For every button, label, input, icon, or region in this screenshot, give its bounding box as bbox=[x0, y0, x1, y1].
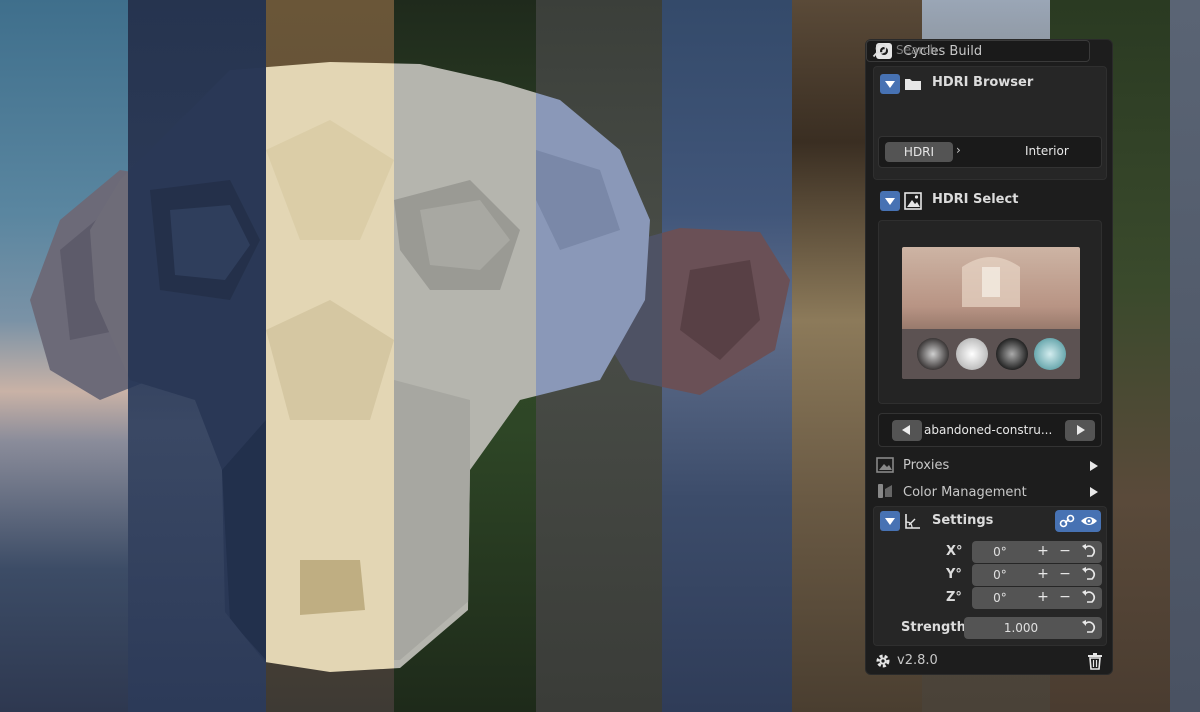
expand-arrow-icon bbox=[1090, 461, 1098, 471]
search-icon bbox=[872, 42, 888, 62]
z-decrement-button[interactable]: − bbox=[1058, 589, 1072, 605]
strength-field[interactable]: 1.000 bbox=[964, 617, 1102, 639]
proxies-section-header[interactable]: Proxies bbox=[866, 454, 1114, 478]
x-rotation-label: X° bbox=[946, 544, 963, 559]
z-rotation-value: 0° bbox=[993, 591, 1007, 605]
hdri-browser-collapse-button[interactable] bbox=[880, 74, 900, 94]
cycles-build-panel: Cycles Build HDRI Browser Search HDRI › … bbox=[865, 39, 1113, 675]
chevron-right-icon: › bbox=[956, 143, 961, 157]
settings-collapse-button[interactable] bbox=[880, 511, 900, 531]
prev-icon bbox=[902, 425, 910, 435]
folder-icon bbox=[904, 76, 922, 95]
y-decrement-button[interactable]: − bbox=[1058, 566, 1072, 582]
breadcrumb-hdri-button[interactable]: HDRI bbox=[885, 142, 953, 162]
strength-label: Strength bbox=[901, 620, 966, 635]
hdri-name: abandoned-constru... bbox=[924, 423, 1053, 437]
x-rotation-value: 0° bbox=[993, 545, 1007, 559]
reset-icon[interactable] bbox=[1080, 618, 1098, 640]
color-management-title: Color Management bbox=[903, 485, 1027, 500]
next-hdri-button[interactable] bbox=[1065, 420, 1095, 441]
image-icon bbox=[904, 192, 922, 214]
x-decrement-button[interactable]: − bbox=[1058, 543, 1072, 559]
color-management-icon bbox=[876, 483, 894, 505]
eye-icon[interactable] bbox=[1080, 513, 1098, 533]
proxies-icon bbox=[876, 457, 894, 477]
reset-icon[interactable] bbox=[1080, 588, 1098, 610]
strength-value: 1.000 bbox=[1003, 621, 1039, 635]
y-increment-button[interactable]: + bbox=[1036, 566, 1050, 582]
next-icon bbox=[1077, 425, 1085, 435]
search-placeholder: Search bbox=[896, 43, 938, 57]
axes-icon bbox=[904, 512, 922, 534]
z-increment-button[interactable]: + bbox=[1036, 589, 1050, 605]
settings-title: Settings bbox=[932, 513, 994, 528]
hdri-preview-thumbnail[interactable] bbox=[902, 247, 1080, 379]
hdri-navigator: abandoned-constru... bbox=[878, 413, 1102, 447]
reset-icon[interactable] bbox=[1080, 542, 1098, 564]
x-increment-button[interactable]: + bbox=[1036, 543, 1050, 559]
breadcrumb-interior[interactable]: Interior bbox=[1025, 144, 1069, 158]
color-management-section-header[interactable]: Color Management bbox=[866, 480, 1114, 504]
proxies-title: Proxies bbox=[903, 458, 950, 473]
z-rotation-label: Z° bbox=[946, 590, 962, 605]
link-icon[interactable] bbox=[1059, 513, 1075, 533]
x-rotation-field[interactable]: 0° + − bbox=[972, 541, 1102, 563]
z-rotation-field[interactable]: 0° + − bbox=[972, 587, 1102, 609]
version-label: v2.8.0 bbox=[897, 653, 938, 668]
hdri-select-collapse-button[interactable] bbox=[880, 191, 900, 211]
reset-icon[interactable] bbox=[1080, 565, 1098, 587]
hdri-select-title: HDRI Select bbox=[932, 192, 1019, 207]
expand-arrow-icon bbox=[1090, 487, 1098, 497]
hdri-browser-title: HDRI Browser bbox=[932, 75, 1034, 90]
panel-footer: v2.8.0 bbox=[866, 650, 1114, 672]
breadcrumb: HDRI › Interior bbox=[878, 136, 1102, 168]
prev-hdri-button[interactable] bbox=[892, 420, 922, 441]
y-rotation-label: Y° bbox=[946, 567, 962, 582]
trash-icon[interactable] bbox=[1087, 652, 1103, 674]
gear-icon[interactable] bbox=[874, 652, 892, 674]
y-rotation-value: 0° bbox=[993, 568, 1007, 582]
settings-toggle-group bbox=[1055, 510, 1101, 532]
y-rotation-field[interactable]: 0° + − bbox=[972, 564, 1102, 586]
